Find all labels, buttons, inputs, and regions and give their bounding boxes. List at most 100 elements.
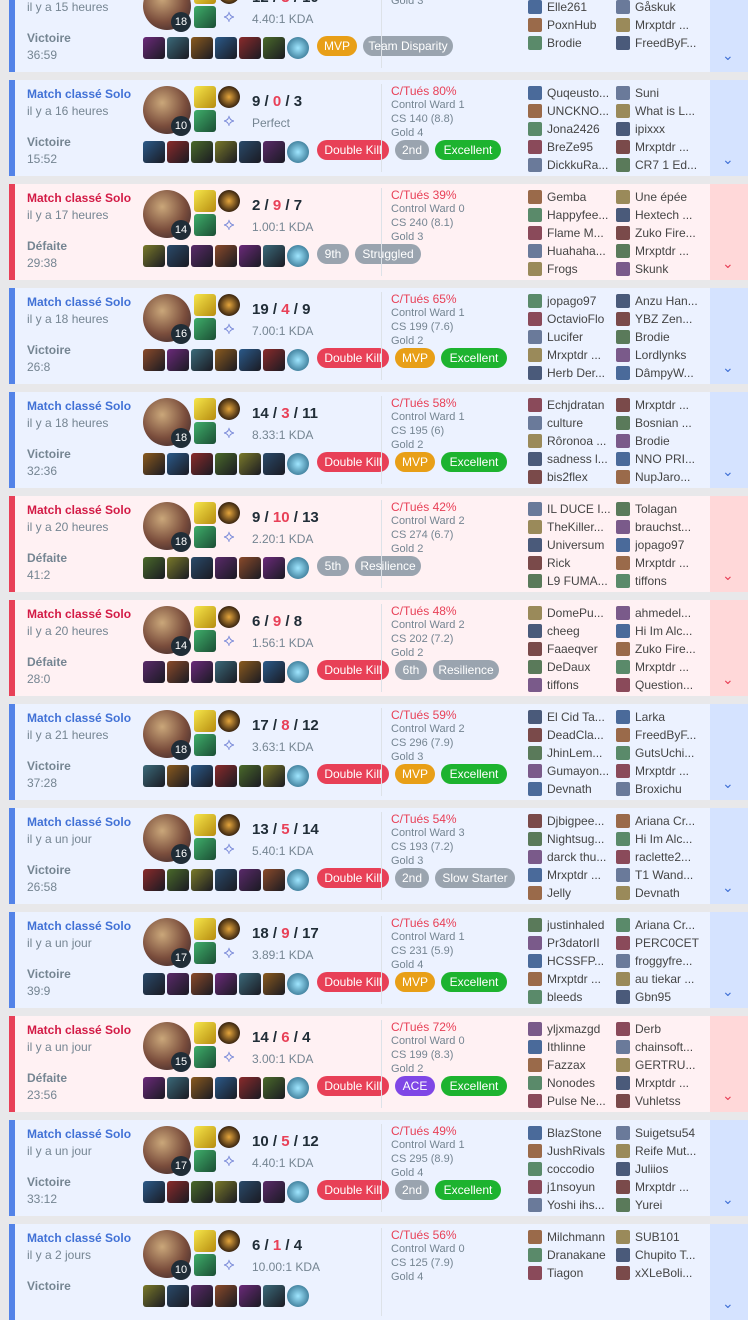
player-row[interactable]: Nightsug... <box>528 830 614 848</box>
player-row[interactable]: Frogs <box>528 260 614 278</box>
item-slot-icon[interactable] <box>143 141 165 163</box>
player-row[interactable]: Mrxptdr ... <box>616 1074 702 1092</box>
player-row[interactable]: Une épée <box>616 188 702 206</box>
summoner-spell-icon[interactable] <box>194 6 216 28</box>
player-name[interactable]: Ithlinne <box>547 1040 613 1054</box>
player-name[interactable]: Brodie <box>547 36 613 50</box>
flash-spell-icon[interactable] <box>194 86 216 108</box>
player-name[interactable]: coccodio <box>547 1162 613 1176</box>
player-row[interactable]: PoxnHub <box>528 16 614 34</box>
player-name[interactable]: Zuko Fire... <box>635 226 701 240</box>
player-name[interactable]: Flame M... <box>547 226 613 240</box>
player-name[interactable]: Une épée <box>635 190 701 204</box>
summoner-spell-icon[interactable] <box>194 110 216 132</box>
player-name[interactable]: Devnath <box>635 886 701 900</box>
item-slot-icon[interactable] <box>143 349 165 371</box>
player-name[interactable]: Elle261 <box>547 0 613 14</box>
player-row[interactable]: Suni <box>616 84 702 102</box>
trinket-ward-icon[interactable] <box>287 245 309 267</box>
player-row[interactable]: TheKiller... <box>528 518 614 536</box>
player-name[interactable]: DâmpyW... <box>635 366 701 380</box>
player-name[interactable]: tiffons <box>635 574 701 588</box>
secondary-rune-icon[interactable]: ⟡ <box>218 1254 240 1276</box>
player-row[interactable]: ipixxx <box>616 120 702 138</box>
player-name[interactable]: Gemba <box>547 190 613 204</box>
player-row[interactable]: Skunk <box>616 260 702 278</box>
player-name[interactable]: BreZe95 <box>547 140 613 154</box>
primary-rune-icon[interactable] <box>218 814 240 836</box>
item-slot-icon[interactable] <box>215 1285 237 1307</box>
player-row[interactable]: Mrxptdr ... <box>528 970 614 988</box>
item-slot-icon[interactable] <box>167 557 189 579</box>
player-row[interactable]: Hi Im Alc... <box>616 830 702 848</box>
item-slot-icon[interactable] <box>239 765 261 787</box>
item-slot-icon[interactable] <box>143 453 165 475</box>
player-name[interactable]: brauchst... <box>635 520 701 534</box>
player-row[interactable]: Jelly <box>528 884 614 902</box>
player-row[interactable]: JushRivals <box>528 1142 614 1160</box>
item-slot-icon[interactable] <box>263 37 285 59</box>
player-name[interactable]: Mrxptdr ... <box>635 140 701 154</box>
player-row[interactable]: Gumayon... <box>528 762 614 780</box>
item-slot-icon[interactable] <box>143 37 165 59</box>
player-name[interactable]: Tolagan <box>635 502 701 516</box>
player-row[interactable]: Larka <box>616 708 702 726</box>
item-slot-icon[interactable] <box>143 973 165 995</box>
primary-rune-icon[interactable] <box>218 294 240 316</box>
item-slot-icon[interactable] <box>143 1285 165 1307</box>
player-name[interactable]: ahmedel... <box>635 606 701 620</box>
player-name[interactable]: Nightsug... <box>547 832 613 846</box>
player-name[interactable]: Yurei <box>635 1198 701 1212</box>
summoner-spell-icon[interactable] <box>194 1150 216 1172</box>
player-name[interactable]: IL DUCE I... <box>547 502 613 516</box>
player-row[interactable]: L9 FUMA... <box>528 572 614 590</box>
player-row[interactable]: raclette2... <box>616 848 702 866</box>
secondary-rune-icon[interactable]: ⟡ <box>218 526 240 548</box>
item-slot-icon[interactable] <box>263 557 285 579</box>
item-slot-icon[interactable] <box>191 869 213 891</box>
player-name[interactable]: PERC0CET <box>635 936 701 950</box>
item-slot-icon[interactable] <box>191 1181 213 1203</box>
summoner-spell-icon[interactable] <box>194 1254 216 1276</box>
item-slot-icon[interactable] <box>215 869 237 891</box>
player-row[interactable]: Quqeusto... <box>528 84 614 102</box>
player-name[interactable]: NupJaro... <box>635 470 701 484</box>
player-name[interactable]: DomePu... <box>547 606 613 620</box>
item-slot-icon[interactable] <box>191 973 213 995</box>
summoner-spell-icon[interactable] <box>194 734 216 756</box>
player-row[interactable]: Happyfee... <box>528 206 614 224</box>
trinket-ward-icon[interactable] <box>287 141 309 163</box>
player-name[interactable]: Broxichu <box>635 782 701 796</box>
player-row[interactable]: YBZ Zen... <box>616 310 702 328</box>
player-name[interactable]: L9 FUMA... <box>547 574 613 588</box>
player-name[interactable]: DickkuRa... <box>547 158 613 172</box>
player-name[interactable]: Hi Im Alc... <box>635 624 701 638</box>
item-slot-icon[interactable] <box>143 245 165 267</box>
player-row[interactable]: Brodie <box>528 34 614 52</box>
expand-details-button[interactable]: ⌄ <box>710 1120 748 1216</box>
player-name[interactable]: Herb Der... <box>547 366 613 380</box>
player-name[interactable]: Dranakane <box>547 1248 613 1262</box>
player-row[interactable]: NNO PRI... <box>616 450 702 468</box>
player-row[interactable]: BreZe95 <box>528 138 614 156</box>
player-row[interactable]: DickkuRa... <box>528 156 614 174</box>
player-row[interactable]: Mrxptdr ... <box>528 866 614 884</box>
trinket-ward-icon[interactable] <box>287 661 309 683</box>
player-row[interactable]: SUB101 <box>616 1228 702 1246</box>
player-row[interactable]: Suigetsu54 <box>616 1124 702 1142</box>
player-row[interactable]: DeadCla... <box>528 726 614 744</box>
player-name[interactable]: Skunk <box>635 262 701 276</box>
player-name[interactable]: Hi Im Alc... <box>635 832 701 846</box>
summoner-spell-icon[interactable] <box>194 318 216 340</box>
player-row[interactable]: coccodio <box>528 1160 614 1178</box>
item-slot-icon[interactable] <box>167 765 189 787</box>
flash-spell-icon[interactable] <box>194 502 216 524</box>
expand-details-button[interactable]: ⌄ <box>710 808 748 904</box>
trinket-ward-icon[interactable] <box>287 37 309 59</box>
item-slot-icon[interactable] <box>239 1285 261 1307</box>
player-name[interactable]: Juliios <box>635 1162 701 1176</box>
player-row[interactable]: Nonodes <box>528 1074 614 1092</box>
player-row[interactable]: DeDaux <box>528 658 614 676</box>
expand-details-button[interactable]: ⌄ <box>710 1016 748 1112</box>
player-name[interactable]: Larka <box>635 710 701 724</box>
